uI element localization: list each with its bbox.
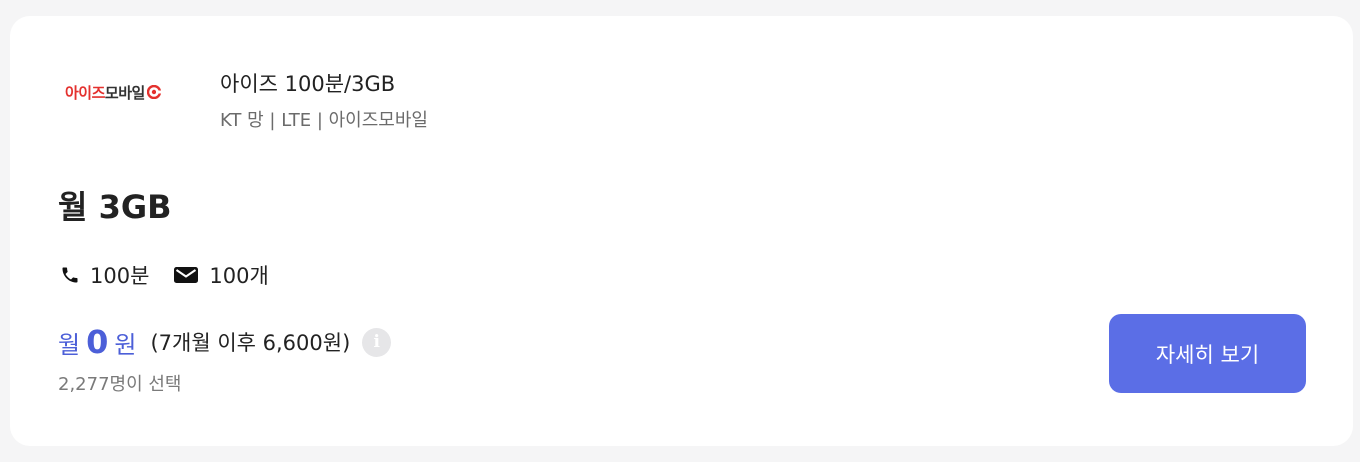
phone-icon <box>62 267 78 283</box>
logo-text-mobile: 모바일 <box>104 83 145 102</box>
price-prefix: 월 <box>58 330 81 359</box>
price-value: 0 <box>86 323 109 361</box>
plan-network-info: KT 망 | LTE | 아이즈모바일 <box>220 110 428 131</box>
mail-icon <box>174 267 199 283</box>
monthly-data-amount: 월 3GB <box>58 188 172 226</box>
plan-card[interactable]: 아이즈 모바일 아이즈 100분/3GB KT 망 | LTE | 아이즈모바일 … <box>10 16 1353 446</box>
logo-text-brand: 아이즈 <box>65 83 105 102</box>
sms-count: 100개 <box>209 264 269 288</box>
price-after-promo: (7개월 이후 6,600원) <box>150 331 351 355</box>
info-icon[interactable]: i <box>362 327 392 357</box>
sms-feature: 100개 <box>173 260 269 290</box>
price-row: 월 0 원 (7개월 이후 6,600원) i <box>58 323 392 361</box>
view-details-button[interactable]: 자세히 보기 <box>1109 314 1306 393</box>
call-minutes: 100분 <box>90 264 150 288</box>
price-suffix: 원 <box>114 330 137 359</box>
plan-name: 아이즈 100분/3GB <box>220 72 396 96</box>
call-feature: 100분 <box>60 260 149 290</box>
logo-mark-icon <box>146 85 161 99</box>
plan-features: 100분 100개 <box>60 260 293 290</box>
carrier-logo: 아이즈 모바일 <box>65 80 161 104</box>
chosen-count: 2,277명이 선택 <box>58 374 182 395</box>
